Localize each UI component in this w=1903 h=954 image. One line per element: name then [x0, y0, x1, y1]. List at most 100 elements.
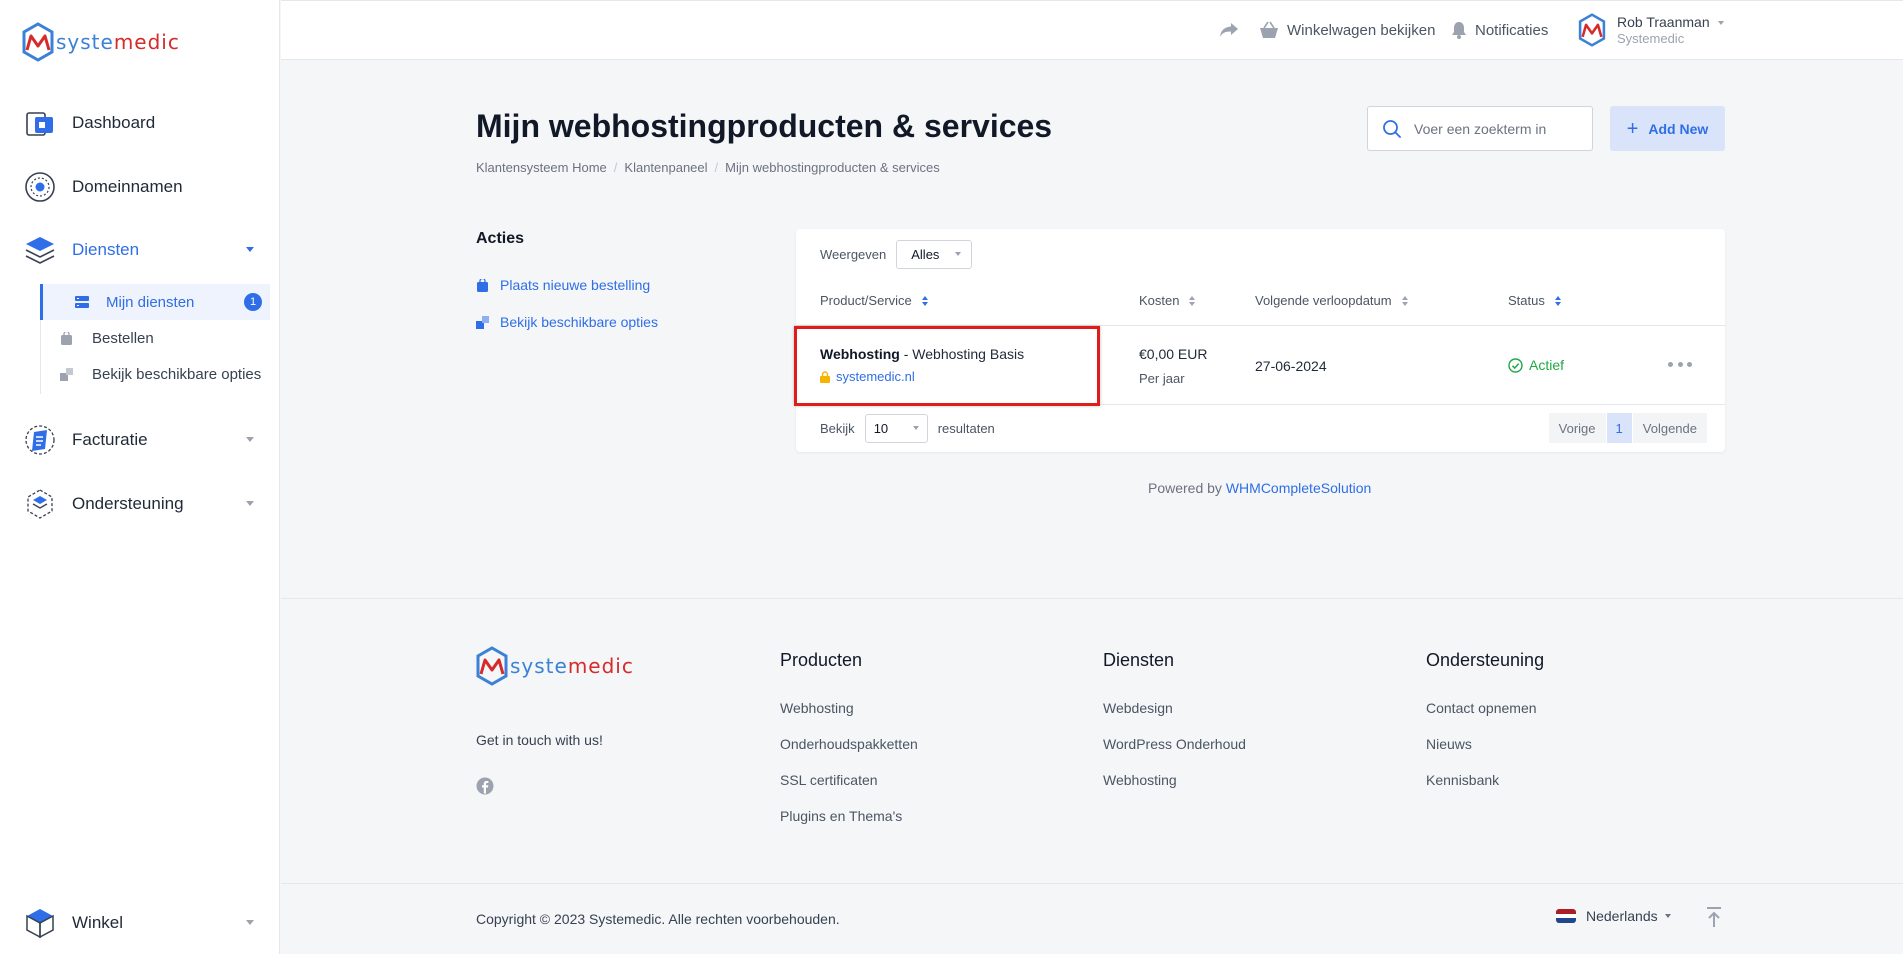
search-box[interactable]: [1367, 106, 1593, 151]
chevron-down-icon: [246, 247, 254, 252]
footer-link[interactable]: SSL certificaten: [780, 772, 878, 788]
share-icon: [1220, 23, 1238, 37]
sidebar-subitem-opties[interactable]: Bekijk beschikbare opties: [41, 356, 271, 392]
column-header-status[interactable]: Status: [1508, 293, 1561, 308]
plus-icon: +: [1626, 117, 1639, 140]
prev-page-button[interactable]: Vorige: [1548, 413, 1606, 443]
column-header-verloopdatum[interactable]: Volgende verloopdatum: [1255, 293, 1408, 308]
add-new-button[interactable]: + Add New: [1610, 106, 1725, 151]
count-badge: 1: [244, 293, 262, 311]
chevron-down-icon: [912, 426, 919, 430]
user-company: Systemedic: [1617, 31, 1685, 46]
more-actions-icon[interactable]: [1668, 354, 1692, 374]
sidebar-item-winkel[interactable]: Winkel: [22, 903, 262, 943]
facebook-icon[interactable]: [476, 777, 494, 799]
footer-link[interactable]: Onderhoudspakketten: [780, 736, 918, 752]
whmcs-link[interactable]: WHMCompleteSolution: [1226, 480, 1372, 496]
footer-link[interactable]: Nieuws: [1426, 736, 1472, 752]
footer-link[interactable]: Webhosting: [1103, 772, 1177, 788]
basket-icon: [1260, 21, 1278, 38]
page-size-select[interactable]: 10: [864, 413, 928, 443]
breadcrumb-item[interactable]: Klantensysteem Home: [476, 160, 607, 175]
bell-icon: [1452, 22, 1466, 39]
language-selector[interactable]: Nederlands: [1556, 908, 1671, 924]
column-header-kosten[interactable]: Kosten: [1139, 293, 1196, 308]
breadcrumb-separator: /: [714, 160, 719, 175]
dashboard-icon: [22, 105, 58, 141]
user-menu[interactable]: Rob Traanman Systemedic: [1577, 1, 1724, 59]
sidebar-subitem-bestellen[interactable]: Bestellen: [41, 320, 271, 356]
server-icon: [75, 295, 89, 309]
check-circle-icon: [1508, 357, 1523, 373]
logo-mark-icon: [22, 22, 54, 62]
price: €0,00 EUR: [1139, 346, 1208, 362]
footer-logo[interactable]: systemedic: [476, 646, 634, 686]
sort-icon: [1401, 295, 1408, 306]
new-order-link[interactable]: Plaats nieuwe bestelling: [476, 275, 650, 295]
page-size-value: 10: [873, 420, 889, 436]
column-header-label: Kosten: [1139, 293, 1180, 308]
search-icon: [1383, 119, 1401, 138]
chevron-down-icon: [1664, 914, 1671, 918]
layers-icon: [22, 232, 58, 268]
chevron-down-icon: [1717, 21, 1724, 25]
actie-link-label: Plaats nieuwe bestelling: [500, 277, 651, 293]
sidebar-subitem-label: Bekijk beschikbare opties: [92, 365, 262, 383]
sidebar-item-label: Winkel: [72, 913, 124, 932]
filter-value: Alles: [911, 246, 940, 262]
avatar: [1578, 13, 1606, 47]
powered-prefix: Powered by: [1148, 480, 1226, 496]
footer-link[interactable]: Contact opnemen: [1426, 700, 1537, 716]
footer-link[interactable]: Plugins en Thema's: [780, 808, 902, 824]
footer-link[interactable]: Webhosting: [780, 700, 854, 716]
breadcrumb-current: Mijn webhostingproducten & services: [725, 160, 940, 175]
column-header-product[interactable]: Product/Service: [820, 293, 928, 308]
notifications-button[interactable]: Notificaties: [1451, 1, 1548, 59]
filter-select[interactable]: Alles: [896, 239, 973, 269]
share-button[interactable]: [1219, 1, 1247, 59]
sidebar-item-diensten[interactable]: Diensten: [22, 230, 262, 270]
support-icon: [22, 486, 58, 522]
services-table-card: Weergeven Alles Product/Service Kosten V…: [794, 229, 1725, 452]
sidebar-subnav: Mijn diensten 1 Bestellen Bekijk beschik…: [40, 284, 270, 394]
sidebar-item-facturatie[interactable]: Facturatie: [22, 420, 262, 460]
bag-icon: [476, 278, 489, 292]
table-footer: Bekijk 10 resultaten: [820, 413, 995, 443]
pagination: Vorige 1 Volgende: [1548, 413, 1707, 443]
footer-link[interactable]: Webdesign: [1103, 700, 1173, 716]
sidebar-item-domeinnamen[interactable]: Domeinnamen: [22, 167, 262, 207]
breadcrumb: Klantensysteem Home / Klantenpaneel / Mi…: [476, 160, 940, 175]
sidebar-item-label: Domeinnamen: [72, 177, 183, 196]
sidebar-item-label: Diensten: [72, 240, 140, 259]
sort-icon: [1189, 295, 1196, 306]
column-header-label: Volgende verloopdatum: [1255, 293, 1392, 308]
back-to-top-icon[interactable]: [1706, 906, 1722, 932]
next-page-button[interactable]: Volgende: [1632, 413, 1707, 443]
table-row[interactable]: Webhosting - Webhosting Basis systemedic…: [794, 325, 1725, 406]
billing-cycle: Per jaar: [1139, 371, 1185, 386]
footer-link[interactable]: WordPress Onderhoud: [1103, 736, 1246, 752]
sidebar-item-label: Dashboard: [72, 113, 156, 132]
cart-button[interactable]: Winkelwagen bekijken: [1259, 1, 1435, 59]
footer-link[interactable]: Kennisbank: [1426, 772, 1499, 788]
results-label: resultaten: [937, 420, 995, 436]
user-name: Rob Traanman: [1617, 14, 1710, 30]
domain-link[interactable]: systemedic.nl: [820, 369, 915, 384]
breadcrumb-item[interactable]: Klantenpaneel: [624, 160, 707, 175]
page-title: Mijn webhostingproducten & services: [476, 108, 1053, 144]
sidebar-item-dashboard[interactable]: Dashboard: [22, 103, 262, 143]
view-options-link[interactable]: Bekijk beschikbare opties: [476, 312, 658, 332]
sidebar-subitem-mijn-diensten[interactable]: Mijn diensten 1: [40, 284, 270, 320]
logo[interactable]: systemedic: [22, 22, 180, 62]
add-new-label: Add New: [1648, 120, 1709, 137]
sidebar-subitem-label: Mijn diensten: [106, 293, 195, 311]
options-icon: [476, 315, 489, 329]
footer-column-title: Ondersteuning: [1426, 650, 1545, 670]
sidebar-item-ondersteuning[interactable]: Ondersteuning: [22, 484, 262, 524]
product-name: Webhosting - Webhosting Basis: [820, 346, 1025, 362]
topbar: Winkelwagen bekijken Notificaties Rob Tr…: [281, 0, 1903, 60]
page-1-button[interactable]: 1: [1606, 413, 1632, 443]
status-badge: Actief: [1508, 357, 1564, 373]
search-input[interactable]: [1414, 120, 1574, 137]
chevron-down-icon: [246, 437, 254, 442]
